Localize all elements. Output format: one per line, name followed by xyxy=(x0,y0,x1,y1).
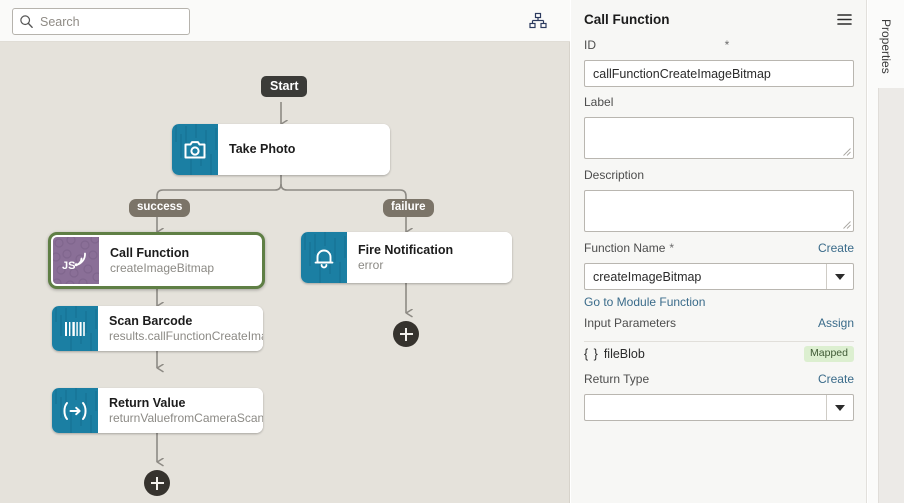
field-function-name-label-row: Function Name * Create xyxy=(584,241,854,263)
flow-node-fire-notification[interactable]: Fire Notification error xyxy=(301,232,512,283)
node-icon-tile xyxy=(52,306,98,351)
return-type-select[interactable] xyxy=(584,394,854,421)
js-function-icon: JS xyxy=(61,248,91,274)
flow-canvas-pane: Start xyxy=(0,0,570,503)
node-body: Fire Notification error xyxy=(347,232,512,283)
return-arrow-icon xyxy=(61,401,89,421)
field-function-name-label: Function Name xyxy=(584,241,666,255)
add-node-button-fire-notification[interactable] xyxy=(393,321,419,347)
properties-body: ID * Label xyxy=(571,38,867,503)
node-icon-tile xyxy=(52,388,98,433)
node-icon-tile xyxy=(301,232,347,283)
start-node: Start xyxy=(261,76,308,97)
return-type-create-link[interactable]: Create xyxy=(818,372,854,386)
field-label-label-row: Label xyxy=(584,95,854,117)
search-box[interactable] xyxy=(12,8,190,35)
barcode-icon xyxy=(63,320,87,338)
properties-header: Call Function xyxy=(571,0,867,38)
node-title: Take Photo xyxy=(229,142,296,156)
node-title: Return Value xyxy=(109,395,186,410)
label-textarea[interactable] xyxy=(584,117,854,159)
flow-node-take-photo[interactable]: Take Photo xyxy=(172,124,390,175)
search-input[interactable] xyxy=(40,14,183,29)
bell-icon xyxy=(313,246,335,270)
node-subtitle: returnValuefromCameraScan xyxy=(109,410,263,425)
resize-grip-icon xyxy=(843,221,851,229)
resize-grip-icon xyxy=(843,148,851,156)
camera-icon xyxy=(183,139,207,161)
node-title: Fire Notification xyxy=(358,242,454,257)
node-title: Scan Barcode xyxy=(109,313,193,328)
node-subtitle: error xyxy=(358,257,384,272)
node-title: Call Function xyxy=(110,245,190,260)
input-parameter-name-cell: { } fileBlob xyxy=(584,347,804,361)
chevron-down-icon[interactable] xyxy=(827,404,853,411)
properties-panel: Call Function ID * callFunctionCreateIma… xyxy=(571,0,867,503)
flow-node-call-function[interactable]: JS Call Function createImageBitmap xyxy=(48,232,265,289)
input-parameter-name: fileBlob xyxy=(603,347,645,361)
node-body: Scan Barcode results.callFunctionCreateI… xyxy=(98,306,263,351)
field-id-label-row: ID * xyxy=(584,38,854,60)
field-function-name: Function Name * Create createImageBitmap… xyxy=(584,241,854,311)
node-subtitle: results.callFunctionCreateImageBitmap xyxy=(109,328,263,343)
hamburger-menu-icon[interactable] xyxy=(834,9,854,29)
tab-properties[interactable]: Properties xyxy=(868,6,904,86)
app-root: Start xyxy=(0,0,904,503)
node-subtitle: createImageBitmap xyxy=(110,260,215,275)
input-parameter-row[interactable]: { } fileBlob Mapped xyxy=(584,341,854,366)
field-label: Label xyxy=(584,95,854,159)
hierarchy-icon[interactable] xyxy=(527,10,549,32)
field-description-label: Description xyxy=(584,168,645,182)
field-return-type-label: Return Type xyxy=(584,372,650,386)
go-to-module-function-link[interactable]: Go to Module Function xyxy=(584,295,705,309)
edge-label-failure: failure xyxy=(383,199,434,217)
tab-properties-label: Properties xyxy=(879,18,893,74)
node-body: Call Function createImageBitmap xyxy=(99,237,260,284)
input-parameters-assign-link[interactable]: Assign xyxy=(818,316,854,330)
field-id-required-marker: * xyxy=(724,38,730,52)
field-label-label: Label xyxy=(584,95,614,109)
search-icon xyxy=(20,15,33,29)
field-description: Description xyxy=(584,168,854,232)
function-name-select[interactable]: createImageBitmap xyxy=(584,263,854,290)
field-id: ID * xyxy=(584,38,854,87)
status-badge-mapped: Mapped xyxy=(804,346,854,362)
svg-text:JS: JS xyxy=(62,260,75,272)
right-tab-strip: Properties xyxy=(868,0,904,503)
flow-node-scan-barcode[interactable]: Scan Barcode results.callFunctionCreateI… xyxy=(52,306,263,351)
description-textarea[interactable] xyxy=(584,190,854,232)
canvas-toolbar xyxy=(0,0,570,42)
field-function-name-required-marker: * xyxy=(669,241,675,255)
field-input-parameters: Input Parameters Assign { } fileBlob Mapp… xyxy=(584,316,854,366)
node-body: Return Value returnValuefromCameraScan xyxy=(98,388,263,433)
field-description-label-row: Description xyxy=(584,168,854,190)
node-body: Take Photo xyxy=(218,124,390,175)
id-input[interactable] xyxy=(584,60,854,87)
function-name-create-link[interactable]: Create xyxy=(818,241,854,255)
tab-strip-filler xyxy=(878,88,904,503)
flow-diagram[interactable]: Start Take Photo JS Call Function create… xyxy=(0,42,570,503)
field-input-parameters-label: Input Parameters xyxy=(584,316,677,330)
node-icon-tile xyxy=(172,124,218,175)
add-node-button-return-value[interactable] xyxy=(144,470,170,496)
node-icon-tile: JS xyxy=(53,237,99,284)
edge-label-success: success xyxy=(129,199,191,217)
field-return-type-label-row: Return Type Create xyxy=(584,372,854,394)
flow-node-return-value[interactable]: Return Value returnValuefromCameraScan xyxy=(52,388,263,433)
chevron-down-icon[interactable] xyxy=(827,273,853,280)
properties-title: Call Function xyxy=(584,11,670,27)
field-input-parameters-label-row: Input Parameters Assign xyxy=(584,316,854,338)
function-name-value: createImageBitmap xyxy=(593,269,702,284)
field-return-type: Return Type Create xyxy=(584,372,854,421)
field-id-label: ID xyxy=(584,38,596,52)
object-braces-icon: { } xyxy=(584,347,599,361)
